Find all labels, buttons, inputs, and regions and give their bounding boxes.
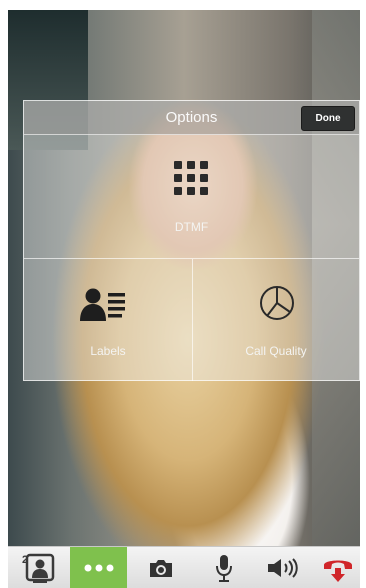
ellipsis-icon — [84, 564, 113, 572]
labels-icon — [80, 288, 125, 321]
options-panel: Options Done DTMF Labels Call Quality — [23, 100, 360, 381]
top-margin — [0, 0, 366, 10]
camera-button[interactable] — [138, 547, 184, 588]
right-margin — [360, 0, 366, 588]
dtmf-label: DTMF — [174, 220, 209, 234]
pie-chart-icon — [260, 286, 294, 320]
call-quality-option[interactable]: Call Quality — [193, 259, 359, 381]
camera-icon — [150, 560, 172, 577]
call-quality-label: Call Quality — [245, 344, 307, 358]
labels-label: Labels — [90, 344, 126, 358]
self-view-button[interactable]: 2 — [8, 547, 70, 588]
mute-button[interactable] — [204, 547, 244, 588]
speaker-icon — [268, 558, 298, 578]
done-button[interactable]: Done — [301, 106, 355, 131]
more-options-button[interactable] — [70, 547, 127, 588]
self-view-icon: 2 — [22, 553, 55, 583]
video-call-screen: Options Done DTMF Labels Call Quality 2 — [0, 0, 366, 588]
speaker-button[interactable] — [258, 547, 308, 588]
dtmf-option[interactable]: DTMF — [24, 134, 359, 259]
labels-option[interactable]: Labels — [24, 259, 193, 381]
hang-up-icon — [324, 560, 352, 582]
self-view-badge: 2 — [22, 554, 28, 566]
left-margin — [0, 0, 8, 588]
microphone-icon — [216, 555, 232, 582]
dialpad-icon — [174, 161, 208, 195]
call-toolbar: 2 — [8, 546, 360, 588]
options-header: Options Done — [24, 101, 359, 135]
hang-up-button[interactable] — [316, 547, 360, 588]
